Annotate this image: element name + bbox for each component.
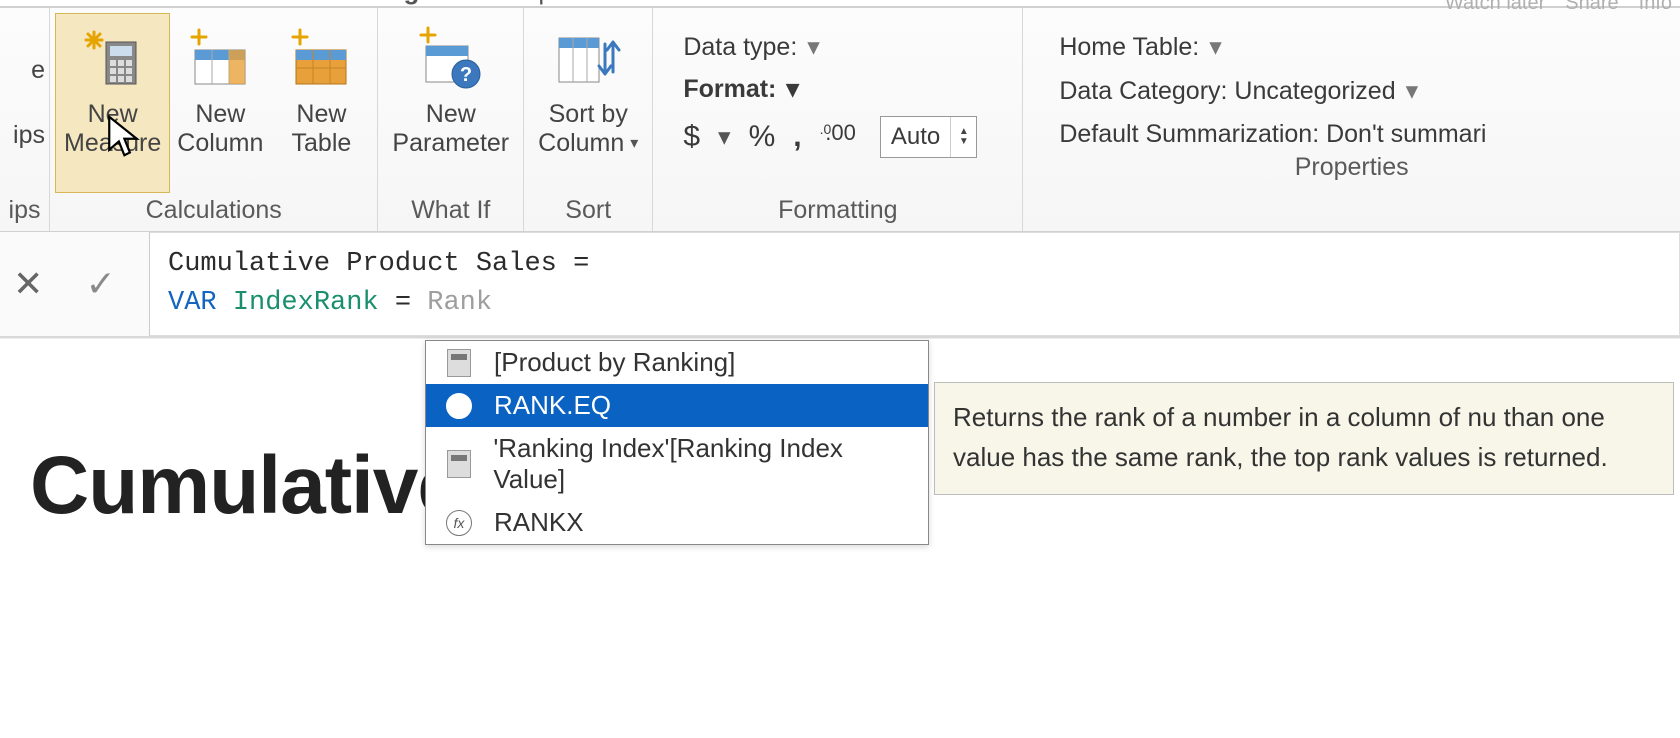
new-parameter-icon: ? (416, 24, 486, 94)
decimals-button[interactable]: .0.00 (820, 120, 862, 146)
formula-eq: = (379, 288, 428, 318)
new-measure-button[interactable]: New Measure (55, 13, 170, 193)
intellisense-item-rankx[interactable]: fx RANKX (426, 501, 928, 544)
properties-group-label: Properties (1029, 149, 1674, 184)
intellisense-item-product-by-ranking[interactable]: [Product by Ranking] (426, 341, 928, 384)
currency-dropdown[interactable]: ▾ (718, 122, 731, 152)
intellisense-item-ranking-index[interactable]: 'Ranking Index'[Ranking Index Value] (426, 427, 928, 501)
function-icon: fx (446, 393, 472, 419)
comma-button[interactable]: , (793, 120, 801, 154)
ribbon-group-sort: Sort by Column Sort (524, 8, 653, 231)
new-table-button[interactable]: New Table (271, 14, 371, 192)
ribbon: e ips ips (0, 8, 1680, 232)
new-parameter-label: New Parameter (392, 100, 509, 158)
data-type-dropdown[interactable]: ▾ (807, 32, 820, 62)
home-table-dropdown[interactable]: ▾ (1209, 32, 1222, 62)
tab-modeling[interactable]: Modeling (305, 0, 419, 6)
currency-button[interactable]: $ (683, 120, 700, 154)
info-label[interactable]: Info (1639, 0, 1672, 15)
intellisense-item-label: 'Ranking Index'[Ranking Index Value] (493, 433, 916, 495)
new-parameter-button[interactable]: ? New Parameter (384, 14, 517, 192)
decimal-auto-spinner[interactable]: Auto ▲▼ (880, 116, 977, 158)
left-edge-line1: e (13, 56, 45, 85)
formula-commit-button[interactable]: ✓ (86, 263, 116, 305)
data-category-label: Data Category: Uncategorized (1059, 77, 1395, 106)
intellisense-tooltip: Returns the rank of a number in a column… (934, 382, 1674, 495)
format-label: Format: (683, 75, 776, 104)
default-summarization-label: Default Summarization: Don't summari (1059, 120, 1486, 149)
measure-icon (447, 349, 471, 377)
new-table-label: New Table (292, 100, 352, 158)
intellisense-item-rankeq[interactable]: fx RANK.EQ (426, 384, 928, 427)
new-column-label: New Column (177, 100, 263, 158)
tab-view[interactable]: View (169, 0, 225, 6)
function-icon: fx (446, 510, 472, 536)
sort-by-column-icon (553, 24, 623, 94)
new-measure-label: New Measure (64, 100, 161, 158)
share-label[interactable]: Share (1565, 0, 1618, 15)
new-column-icon (185, 24, 255, 94)
tab-format[interactable]: Format (633, 0, 715, 6)
svg-text:?: ? (460, 64, 472, 86)
intellisense-popup: [Product by Ranking] fx RANK.EQ 'Ranking… (425, 340, 929, 545)
ribbon-group-formatting: Data type: ▾ Format: ▾ $ ▾ % , .0.00 Aut… (653, 8, 1023, 231)
new-measure-icon (78, 24, 148, 94)
percent-button[interactable]: % (749, 120, 776, 154)
intellisense-item-label: RANKX (494, 507, 584, 538)
data-type-label: Data type: (683, 33, 797, 62)
sort-by-column-button[interactable]: Sort by Column (530, 14, 646, 192)
watch-later-label[interactable]: Watch later (1445, 0, 1545, 15)
new-column-button[interactable]: New Column (169, 14, 271, 192)
new-table-icon (286, 24, 356, 94)
ribbon-group-calculations: New Measure New Column (50, 8, 378, 231)
formatting-group-label: Formatting (659, 192, 1016, 227)
sort-by-column-label: Sort by Column (538, 100, 638, 158)
formula-bar: ✕ ✓ Cumulative Product Sales = VAR Index… (0, 232, 1680, 338)
tab-data-drill[interactable]: Data / Drill (795, 0, 916, 6)
formula-cancel-button[interactable]: ✕ (13, 263, 43, 305)
home-table-label: Home Table: (1059, 33, 1199, 62)
formula-typed: Rank (427, 288, 492, 318)
measure-icon (447, 450, 471, 478)
spinner-down-icon[interactable]: ▼ (951, 137, 976, 147)
ribbon-left-edge-label: ips (4, 192, 45, 227)
video-overlay: Watch later Share Info (1445, 0, 1672, 15)
formula-keyword-var: VAR (168, 288, 217, 318)
intellisense-item-label: RANK.EQ (494, 390, 611, 421)
format-dropdown[interactable]: ▾ (786, 74, 799, 104)
ribbon-tabs: Home View Modeling Help Format Data / Dr… (0, 0, 1680, 8)
ribbon-left-edge: e ips ips (0, 8, 50, 231)
decimal-auto-value: Auto (881, 117, 950, 157)
formula-identifier: IndexRank (233, 288, 379, 318)
intellisense-item-label: [Product by Ranking] (494, 347, 735, 378)
formula-editor[interactable]: Cumulative Product Sales = VAR IndexRank… (150, 232, 1680, 336)
ribbon-group-properties: Home Table: ▾ Data Category: Uncategoriz… (1023, 8, 1680, 231)
formula-line1: Cumulative Product Sales = (168, 249, 605, 279)
whatif-group-label: What If (384, 192, 517, 227)
calculations-group-label: Calculations (56, 192, 371, 227)
left-edge-line2: ips (13, 121, 45, 150)
sort-group-label: Sort (530, 192, 646, 227)
visual-title: Cumulative (30, 439, 462, 533)
ribbon-group-whatif: ? New Parameter What If (378, 8, 524, 231)
data-category-dropdown[interactable]: ▾ (1406, 76, 1419, 106)
tab-help[interactable]: Help (499, 0, 552, 6)
tab-home[interactable]: Home (20, 0, 89, 6)
